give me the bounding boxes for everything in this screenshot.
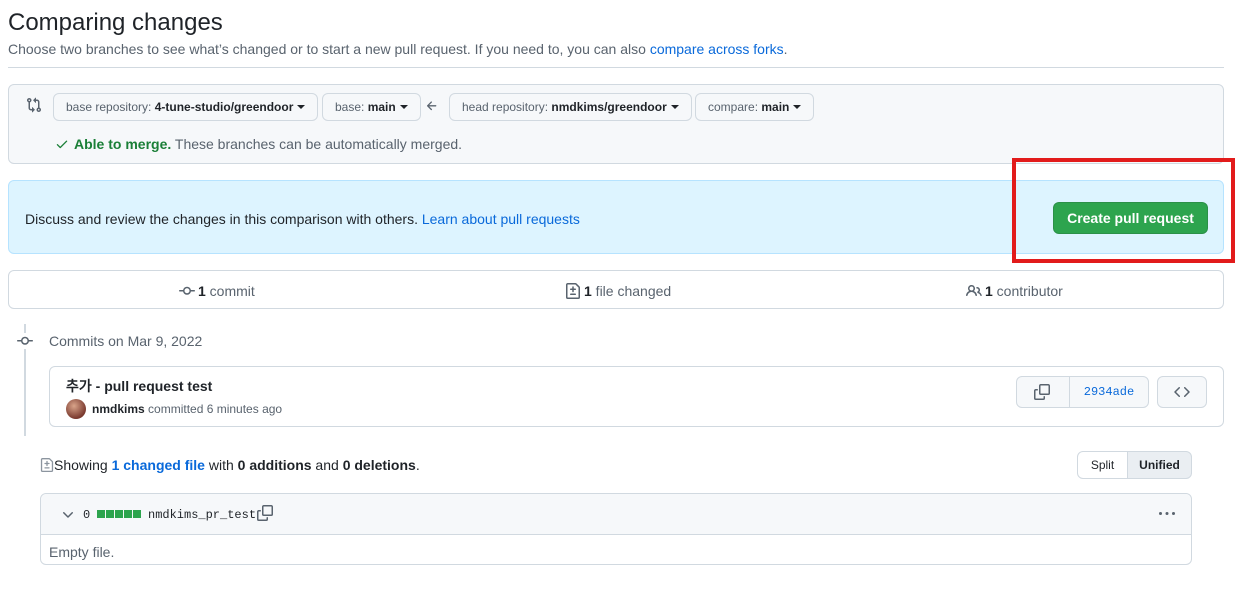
- diffstat-block: [97, 510, 105, 518]
- file-diff-icon: [40, 458, 54, 472]
- summary-mid1: with: [204, 457, 238, 473]
- chevron-down-icon[interactable]: [60, 507, 76, 523]
- head-repository-select[interactable]: head repository: nmdkims/greendoor: [449, 93, 692, 121]
- merge-status: Able to merge. These branches can be aut…: [55, 135, 462, 153]
- people-icon: [966, 284, 982, 297]
- head-repository-label: head repository:: [462, 100, 552, 114]
- kebab-horizontal-icon[interactable]: [1158, 506, 1176, 522]
- git-commit-icon: [179, 286, 195, 295]
- files-count: 1: [584, 283, 592, 299]
- file-change-count: 0: [83, 508, 91, 522]
- changed-files-link[interactable]: 1 changed file: [112, 457, 205, 473]
- comparison-stats: 1 commit 1 file changed 1 contributor: [8, 270, 1224, 309]
- commit-message-link[interactable]: 추가 - pull request test: [66, 377, 212, 395]
- diffstat-block: [115, 510, 123, 518]
- compare-forks-link[interactable]: compare across forks: [650, 41, 784, 57]
- files-changed-tab[interactable]: 1 file changed: [565, 282, 671, 300]
- check-icon: [56, 140, 68, 149]
- diffstat-block: [106, 510, 114, 518]
- base-repository-select[interactable]: base repository: 4-tune-studio/greendoor: [53, 93, 319, 121]
- file-diff-icon: [566, 283, 580, 299]
- contributors-label: contributor: [992, 283, 1063, 299]
- compare-branch-select[interactable]: compare: main: [695, 93, 815, 121]
- caret-down-icon: [670, 104, 679, 109]
- summary-end: .: [415, 457, 420, 473]
- page-subtitle: Choose two branches to see what’s change…: [8, 40, 788, 58]
- git-commit-icon: [17, 333, 33, 349]
- avatar[interactable]: [66, 399, 86, 419]
- base-repository-label: base repository:: [66, 100, 155, 114]
- base-branch-label: base:: [335, 100, 368, 114]
- base-branch-select[interactable]: base: main: [322, 93, 421, 121]
- banner-message: Discuss and review the changes in this c…: [25, 211, 422, 227]
- base-repository-value: 4-tune-studio/greendoor: [154, 100, 294, 114]
- page-title: Comparing changes: [8, 9, 223, 36]
- additions-count: 0 additions: [237, 457, 312, 473]
- arrow-left-icon: [426, 101, 437, 111]
- file-name-link[interactable]: nmdkims_pr_test: [148, 507, 256, 523]
- copy-icon[interactable]: [257, 505, 273, 521]
- caret-down-icon: [297, 104, 306, 109]
- contributors-tab[interactable]: 1 contributor: [966, 282, 1063, 300]
- subtitle-text: Choose two branches to see what’s change…: [8, 41, 650, 57]
- commit-item: 추가 - pull request test nmdkims committed…: [49, 366, 1224, 427]
- file-diff: 0 nmdkims_pr_test Empty file.: [40, 493, 1192, 565]
- contributors-count: 1: [985, 283, 993, 299]
- commit-time: committed 6 minutes ago: [144, 402, 283, 416]
- browse-repository-button[interactable]: [1157, 376, 1207, 408]
- diffstat-bar: [97, 510, 142, 518]
- unified-view-button[interactable]: Unified: [1127, 451, 1192, 479]
- deletions-count: 0 deletions: [342, 457, 416, 473]
- commit-author-link[interactable]: nmdkims: [92, 402, 145, 416]
- files-label: file changed: [591, 283, 672, 299]
- commits-tab[interactable]: 1 commit: [179, 282, 255, 300]
- banner-text: Discuss and review the changes in this c…: [25, 210, 580, 228]
- commit-meta: nmdkims committed 6 minutes ago: [92, 401, 282, 417]
- diff-summary: Showing 1 changed file with 0 additions …: [40, 456, 420, 474]
- base-branch-value: main: [367, 100, 396, 114]
- commit-sha-link[interactable]: 2934ade: [1070, 377, 1148, 407]
- code-icon: [1174, 386, 1190, 398]
- title-divider: [8, 67, 1224, 68]
- commit-sha-group: 2934ade: [1016, 376, 1149, 408]
- copy-sha-button[interactable]: [1017, 377, 1070, 407]
- diffstat-block: [133, 510, 141, 518]
- caret-down-icon: [399, 104, 408, 109]
- learn-pull-requests-link[interactable]: Learn about pull requests: [422, 211, 580, 227]
- git-compare-icon: [27, 97, 42, 113]
- file-header: 0 nmdkims_pr_test: [41, 494, 1191, 535]
- range-editor: base repository: 4-tune-studio/greendoor…: [8, 84, 1224, 164]
- commits-count: 1: [198, 283, 206, 299]
- highlight-annotation: [1012, 158, 1235, 263]
- split-view-button[interactable]: Split: [1077, 451, 1128, 479]
- head-repository-value: nmdkims/greendoor: [551, 100, 667, 114]
- merge-status-detail: These branches can be automatically merg…: [171, 136, 463, 152]
- summary-mid2: and: [311, 457, 343, 473]
- commits-label: commit: [205, 283, 255, 299]
- compare-branch-value: main: [761, 100, 790, 114]
- copy-icon: [1034, 384, 1050, 400]
- subtitle-end: .: [783, 41, 788, 57]
- diffstat-block: [124, 510, 132, 518]
- merge-status-ok: Able to merge.: [74, 136, 172, 152]
- compare-branch-label: compare:: [708, 100, 762, 114]
- commits-date-heading: Commits on Mar 9, 2022: [49, 333, 203, 349]
- summary-prefix: Showing: [54, 457, 112, 473]
- empty-file-message: Empty file.: [49, 544, 115, 560]
- caret-down-icon: [793, 104, 802, 109]
